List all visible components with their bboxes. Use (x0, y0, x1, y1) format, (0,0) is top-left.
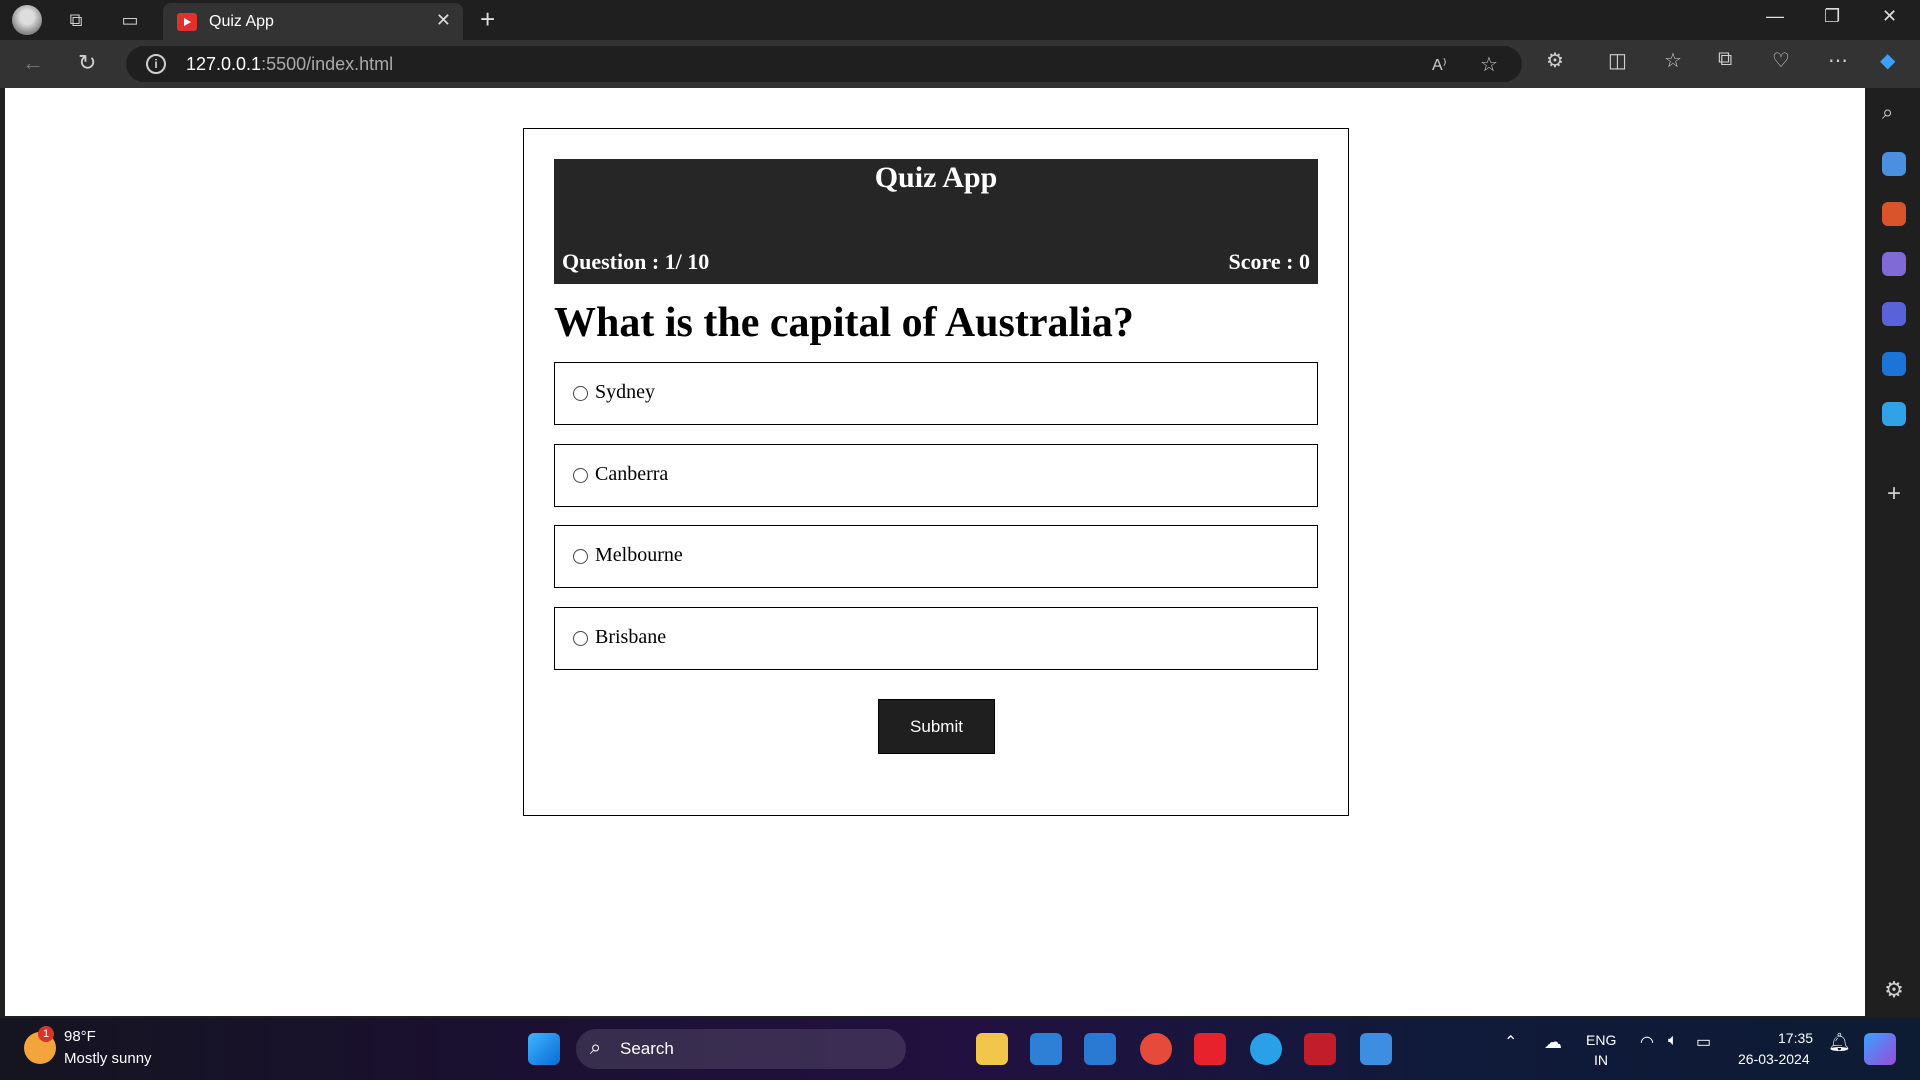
hidden-icons-chevron-icon[interactable]: ⌃ (1504, 1032, 1517, 1052)
games-icon[interactable] (1882, 252, 1906, 276)
weather-description: Mostly sunny (64, 1050, 152, 1067)
onedrive-icon[interactable]: ☁ (1544, 1032, 1562, 1053)
radio-button[interactable] (573, 386, 588, 401)
file-explorer-icon[interactable] (976, 1033, 1008, 1065)
minimize-icon[interactable]: — (1766, 6, 1784, 27)
answer-option[interactable]: Melbourne (554, 525, 1318, 588)
more-options-icon[interactable]: ⋯ (1828, 48, 1848, 73)
read-aloud-icon[interactable]: A⁾ (1432, 55, 1447, 75)
vertical-tabs-icon[interactable]: ▭ (118, 8, 142, 32)
browser-essentials-icon[interactable]: ♡ (1772, 48, 1790, 73)
address-toolbar: ← ↻ i 127.0.0.1:5500/index.html A⁾ ☆ ⚙ ◫… (0, 40, 1920, 88)
close-tab-icon[interactable]: ✕ (436, 10, 451, 31)
profile-avatar[interactable] (12, 5, 42, 35)
windows-taskbar: 1 98°F Mostly sunny ⌕ Search ⌃ ☁ ENG IN … (0, 1018, 1920, 1080)
clock-date[interactable]: 26-03-2024 (1738, 1051, 1810, 1067)
extensions-icon[interactable]: ⚙ (1546, 48, 1564, 73)
chrome-icon[interactable] (1140, 1033, 1172, 1065)
battery-icon[interactable]: ▭ (1696, 1032, 1711, 1052)
option-label: Canberra (595, 463, 669, 485)
copilot-taskbar-icon[interactable] (1864, 1033, 1896, 1065)
refresh-icon[interactable]: ↻ (78, 50, 96, 76)
edge-icon[interactable] (1030, 1033, 1062, 1065)
vscode-icon[interactable] (1084, 1033, 1116, 1065)
answer-option[interactable]: Sydney (554, 362, 1318, 425)
notification-bell-icon[interactable]: 🔔︎ (1828, 1032, 1851, 1053)
favorite-star-icon[interactable]: ☆ (1480, 52, 1498, 77)
answer-option[interactable]: Brisbane (554, 607, 1318, 670)
clock-time[interactable]: 17:35 (1778, 1030, 1813, 1046)
split-screen-icon[interactable]: ◫ (1608, 48, 1627, 73)
shopping-tag-icon[interactable] (1882, 152, 1906, 176)
question-counter: Question : 1/ 10 (562, 249, 710, 274)
restore-icon[interactable]: ❐ (1824, 6, 1840, 27)
option-label: Brisbane (595, 626, 667, 648)
language-secondary[interactable]: IN (1594, 1052, 1608, 1068)
copilot-icon[interactable]: ◆ (1880, 48, 1895, 73)
question-text: What is the capital of Australia? (554, 300, 1134, 346)
microsoft365-icon[interactable] (1882, 302, 1906, 326)
help-icon[interactable] (1250, 1033, 1282, 1065)
notepad-icon[interactable] (1360, 1033, 1392, 1065)
new-tab-button[interactable]: + (480, 4, 495, 35)
tab-title: Quiz App (209, 13, 274, 30)
search-icon: ⌕ (590, 1037, 602, 1059)
sidebar-search-icon[interactable]: ⌕ (1882, 102, 1906, 126)
anydesk-icon[interactable] (1194, 1033, 1226, 1065)
sidebar-settings-icon[interactable]: ⚙ (1882, 978, 1906, 1002)
submit-button[interactable]: Submit (878, 699, 995, 754)
weather-badge: 1 (38, 1026, 54, 1042)
address-bar[interactable]: i 127.0.0.1:5500/index.html A⁾ ☆ (126, 46, 1522, 82)
url-text[interactable]: 127.0.0.1:5500/index.html (186, 54, 393, 75)
option-label: Melbourne (595, 544, 683, 566)
windows-start-icon[interactable] (528, 1033, 560, 1065)
wifi-icon[interactable]: ◠ (1640, 1032, 1654, 1052)
search-label: Search (620, 1039, 674, 1058)
youtube-favicon-icon (177, 13, 197, 31)
close-window-icon[interactable]: ✕ (1882, 6, 1897, 27)
workspaces-icon[interactable]: ⧉ (64, 8, 88, 32)
add-sidebar-app-icon[interactable]: + (1882, 482, 1906, 506)
drop-icon[interactable] (1882, 402, 1906, 426)
quiz-app-title: Quiz App (874, 161, 998, 194)
radio-button[interactable] (573, 549, 588, 564)
radio-button[interactable] (573, 631, 588, 646)
volume-icon[interactable]: 🔈︎ (1668, 1032, 1678, 1050)
quiz-container: Quiz App Question : 1/ 10 Score : 0 What… (523, 128, 1349, 816)
taskbar-search[interactable]: ⌕ Search (576, 1029, 906, 1069)
answer-option[interactable]: Canberra (554, 444, 1318, 507)
back-icon[interactable]: ← (22, 50, 44, 76)
option-label: Sydney (595, 381, 655, 403)
favorites-icon[interactable]: ☆ (1664, 48, 1682, 73)
radio-button[interactable] (573, 468, 588, 483)
edge-sidebar: ⌕ + ⚙ (1868, 88, 1920, 1018)
outlook-icon[interactable] (1882, 352, 1906, 376)
page-viewport: Quiz App Question : 1/ 10 Score : 0 What… (5, 88, 1865, 1016)
collections-icon[interactable]: ⧉ (1718, 48, 1732, 71)
quiz-header: Quiz App Question : 1/ 10 Score : 0 (554, 159, 1318, 284)
tab-strip: ⧉ ▭ Quiz App ✕ + — ❐ ✕ (0, 0, 1920, 40)
site-info-icon[interactable]: i (146, 54, 166, 74)
mcafee-icon[interactable] (1304, 1033, 1336, 1065)
score-display: Score : 0 (1228, 249, 1310, 274)
tools-icon[interactable] (1882, 202, 1906, 226)
language-primary[interactable]: ENG (1586, 1032, 1616, 1048)
weather-temperature: 98°F (64, 1028, 96, 1045)
tab-quiz-app[interactable]: Quiz App ✕ (163, 3, 463, 40)
